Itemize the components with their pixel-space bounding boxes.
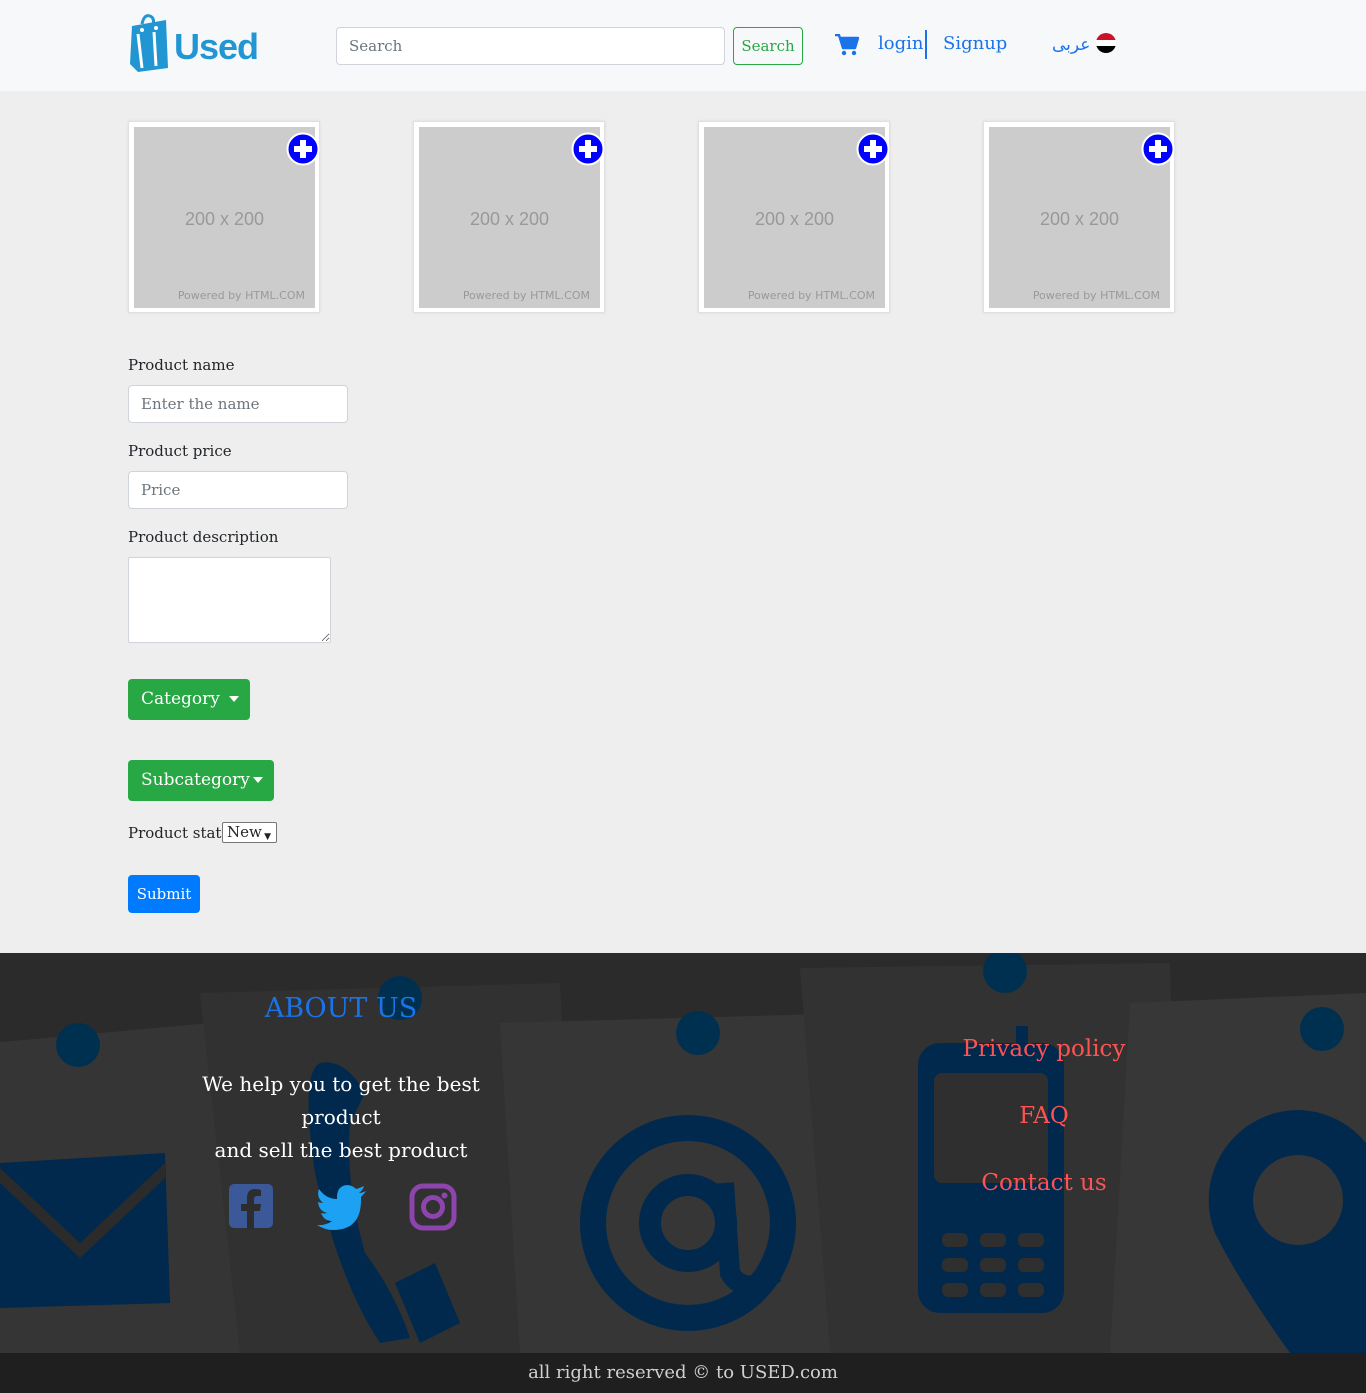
select-arrow-icon: ▼ xyxy=(264,832,271,842)
product-name-label: Product name xyxy=(128,356,235,374)
placeholder-size: 200 x 200 xyxy=(1039,209,1120,229)
about-line-1: We help you to get the best product xyxy=(202,1072,480,1129)
twitter-icon[interactable] xyxy=(316,1183,368,1231)
faq-link[interactable]: FAQ xyxy=(894,1103,1194,1129)
placeholder-size: 200 x 200 xyxy=(184,209,265,229)
search-button[interactable]: Search xyxy=(733,27,803,65)
caret-down-icon xyxy=(253,777,263,783)
product-name-input[interactable] xyxy=(128,385,348,423)
product-description-label: Product description xyxy=(128,528,279,546)
search-input[interactable] xyxy=(336,27,725,65)
contact-us-link[interactable]: Contact us xyxy=(894,1170,1194,1196)
product-description-textarea[interactable] xyxy=(128,557,331,643)
egypt-flag-icon[interactable] xyxy=(1096,33,1116,53)
shopping-bag-logo-icon xyxy=(130,14,168,72)
about-us-title: ABOUT US xyxy=(264,993,418,1024)
instagram-icon[interactable] xyxy=(409,1183,457,1231)
plus-circle-icon[interactable] xyxy=(571,132,605,166)
language-link[interactable]: عربى xyxy=(1052,35,1090,55)
navbar: Used Search login Signup عربى xyxy=(0,0,1366,91)
subcategory-label: Subcategory xyxy=(141,770,250,790)
about-us-text: We help you to get the best product and … xyxy=(161,1068,521,1167)
footer: ABOUT US We help you to get the best pro… xyxy=(0,953,1366,1353)
image-upload-tile[interactable]: 200 x 200 Powered by HTML.COM xyxy=(128,121,320,313)
placeholder-powered: Powered by HTML.COM xyxy=(1032,289,1160,302)
image-upload-tile[interactable]: 200 x 200 Powered by HTML.COM xyxy=(413,121,605,313)
image-upload-tile[interactable]: 200 x 200 Powered by HTML.COM xyxy=(983,121,1175,313)
facebook-icon[interactable] xyxy=(228,1183,276,1231)
placeholder-size: 200 x 200 xyxy=(469,209,550,229)
caret-down-icon xyxy=(229,696,239,702)
login-link[interactable]: login xyxy=(878,33,923,54)
plus-circle-icon[interactable] xyxy=(286,132,320,166)
placeholder-powered: Powered by HTML.COM xyxy=(747,289,875,302)
product-status-select[interactable]: New ▼ xyxy=(222,822,277,843)
status-selected-value: New xyxy=(227,823,262,841)
placeholder-size: 200 x 200 xyxy=(754,209,835,229)
logo-text: Used xyxy=(174,26,259,67)
plus-circle-icon[interactable] xyxy=(1141,132,1175,166)
category-label: Category xyxy=(141,689,220,709)
placeholder-powered: Powered by HTML.COM xyxy=(177,289,305,302)
copyright-bar: all right reserved © to USED.com xyxy=(0,1353,1366,1393)
cart-icon[interactable] xyxy=(835,34,859,56)
product-price-input[interactable] xyxy=(128,471,348,509)
plus-circle-icon[interactable] xyxy=(856,132,890,166)
nav-divider xyxy=(925,30,927,59)
signup-link[interactable]: Signup xyxy=(943,33,1007,54)
product-price-label: Product price xyxy=(128,442,232,460)
placeholder-powered: Powered by HTML.COM xyxy=(462,289,590,302)
submit-button[interactable]: Submit xyxy=(128,875,200,913)
subcategory-dropdown-button[interactable]: Subcategory xyxy=(128,760,274,801)
copyright-text: all right reserved © to USED.com xyxy=(528,1362,838,1383)
category-dropdown-button[interactable]: Category xyxy=(128,679,250,720)
image-upload-tile[interactable]: 200 x 200 Powered by HTML.COM xyxy=(698,121,890,313)
privacy-policy-link[interactable]: Privacy policy xyxy=(894,1036,1194,1062)
about-line-2: and sell the best product xyxy=(214,1138,468,1162)
logo[interactable]: Used xyxy=(128,12,259,74)
